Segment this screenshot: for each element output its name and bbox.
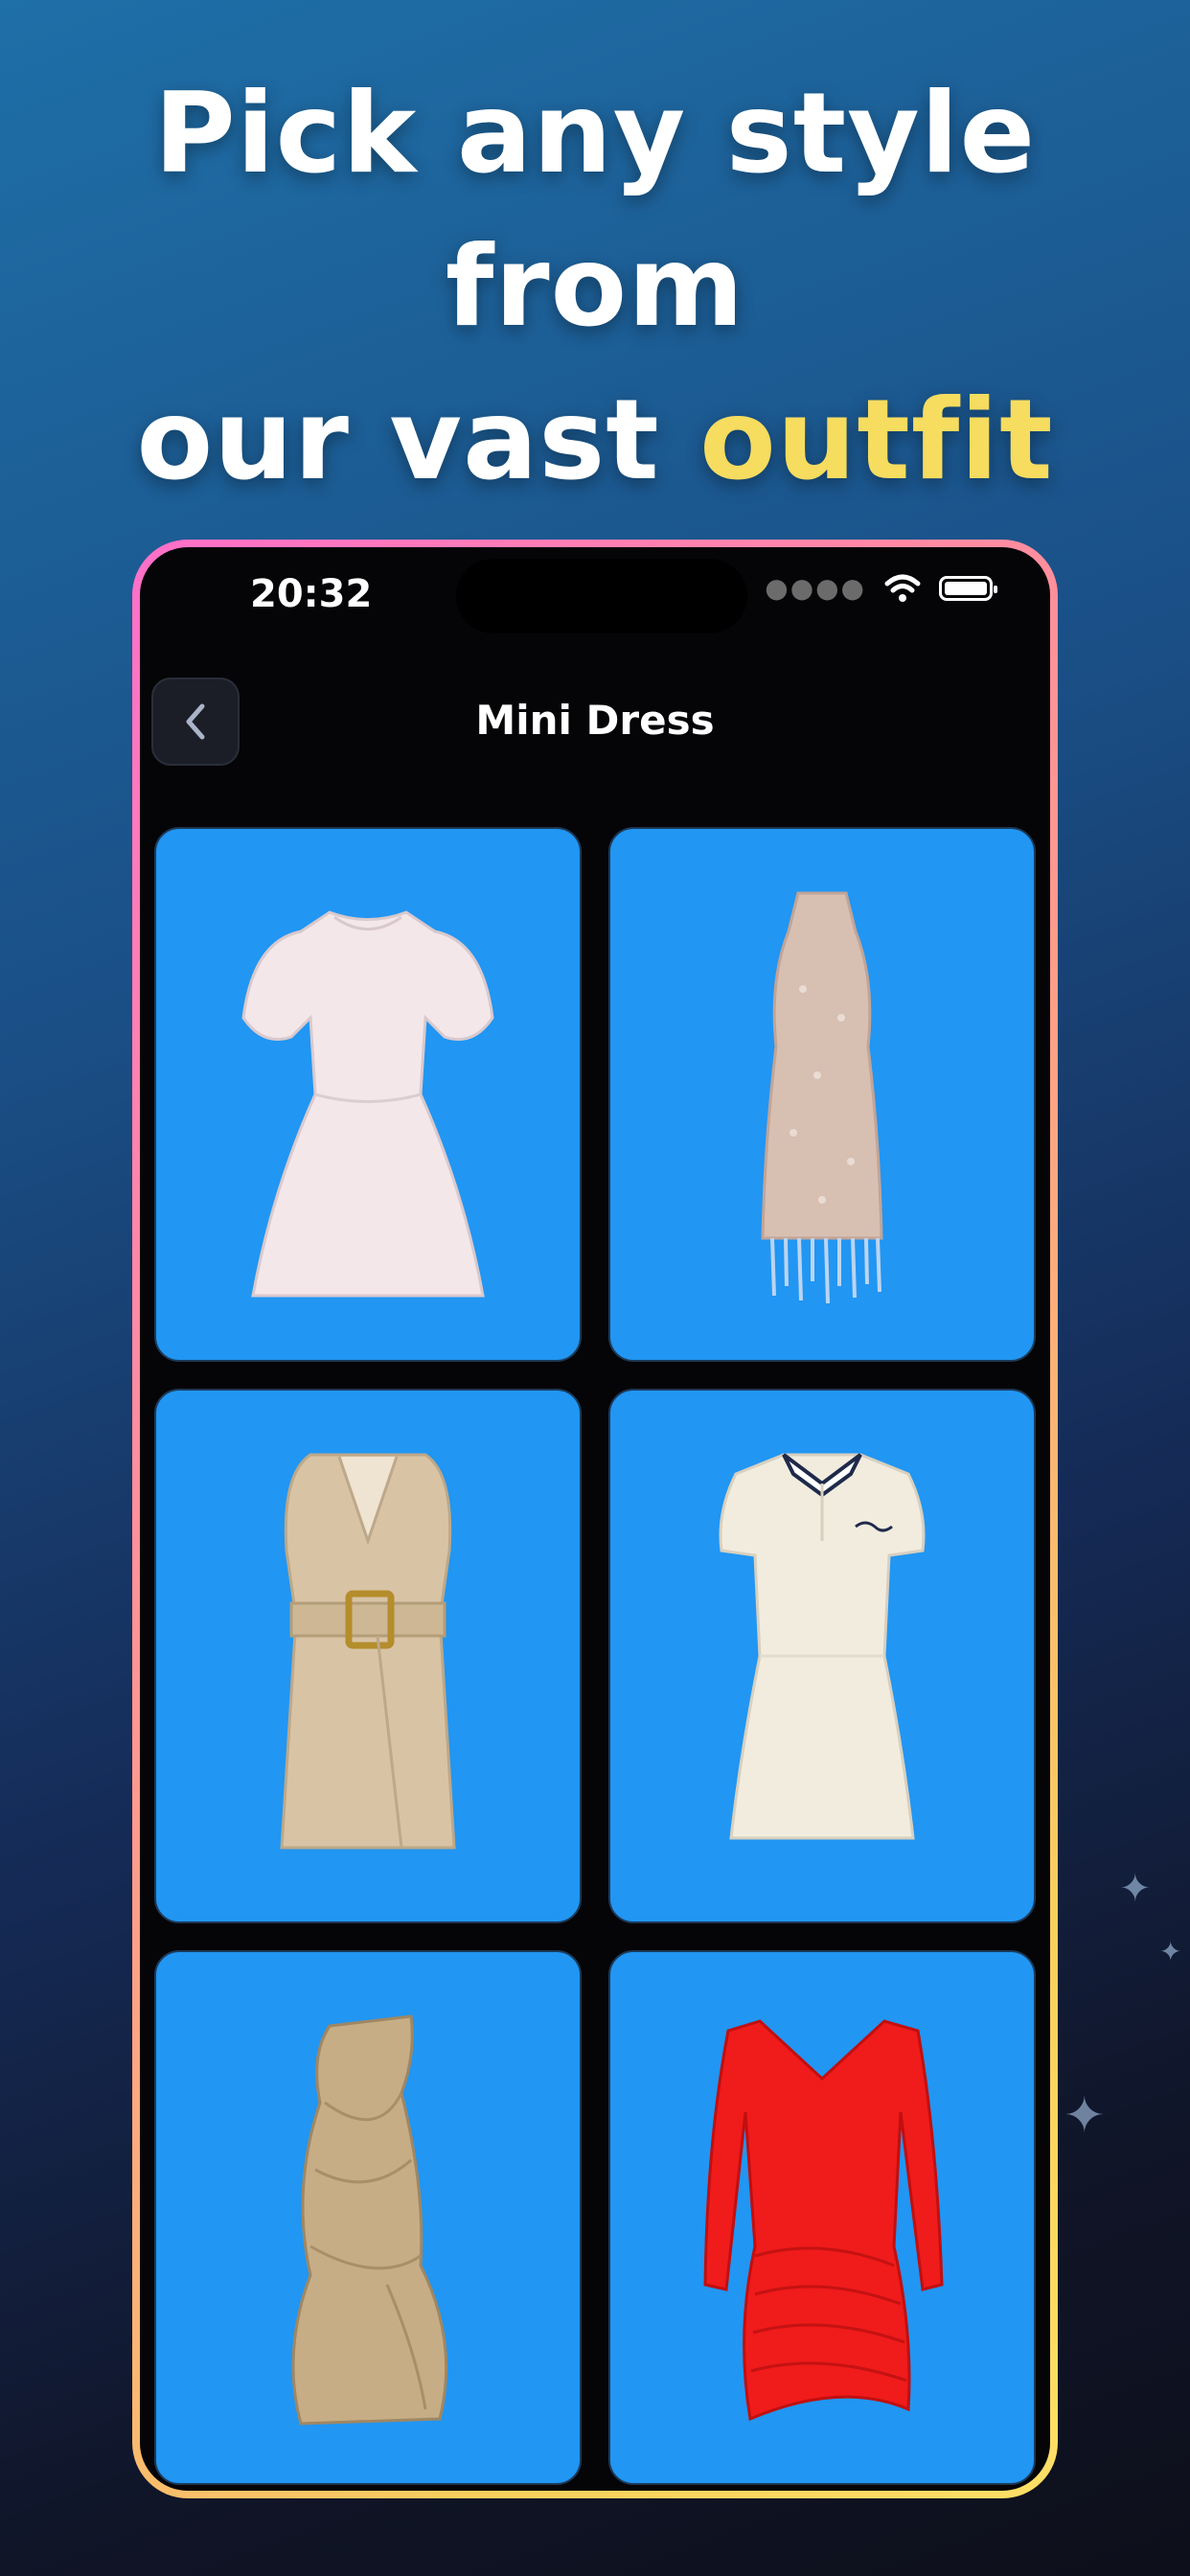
outfit-card[interactable] — [608, 1389, 1036, 1923]
outfit-card[interactable] — [608, 827, 1036, 1362]
sparkle-icon: ✦ — [1159, 1936, 1182, 1967]
phone-screen: 20:32 ●●●● Mini Dress — [140, 547, 1050, 2491]
outfit-card[interactable] — [154, 1389, 582, 1923]
headline-highlight: outfit — [699, 376, 1054, 505]
wifi-icon — [884, 574, 921, 602]
sparkle-icon: ✦ — [1064, 2087, 1106, 2145]
beige-belted-wrap-dress-icon — [280, 1453, 456, 1850]
status-icons: ●●●● — [765, 572, 997, 604]
draped-plaid-dress-icon — [291, 2014, 448, 2426]
outfit-card[interactable] — [154, 1950, 582, 2485]
outfit-card[interactable] — [608, 1950, 1036, 2485]
headline-line-1: Pick any style from — [153, 69, 1037, 352]
red-ruched-long-sleeve-dress-icon — [703, 2019, 944, 2422]
page-title: Mini Dress — [475, 697, 715, 744]
phone-mockup-frame: 20:32 ●●●● Mini Dress — [132, 540, 1058, 2498]
headline-text: our vast — [136, 376, 700, 505]
dynamic-island — [456, 559, 747, 633]
white-puff-sleeve-dress-icon — [241, 910, 494, 1298]
status-time: 20:32 — [250, 572, 373, 616]
signal-dots-icon: ●●●● — [765, 572, 866, 604]
sparkle-icon: ✦ — [1119, 1867, 1152, 1911]
sequin-fringe-dress-icon — [761, 891, 883, 1304]
headline-line-2: our vast outfit — [0, 364, 1190, 518]
battery-icon — [939, 575, 997, 601]
outfit-card[interactable] — [154, 827, 582, 1362]
cream-polo-dress-icon — [719, 1453, 926, 1840]
